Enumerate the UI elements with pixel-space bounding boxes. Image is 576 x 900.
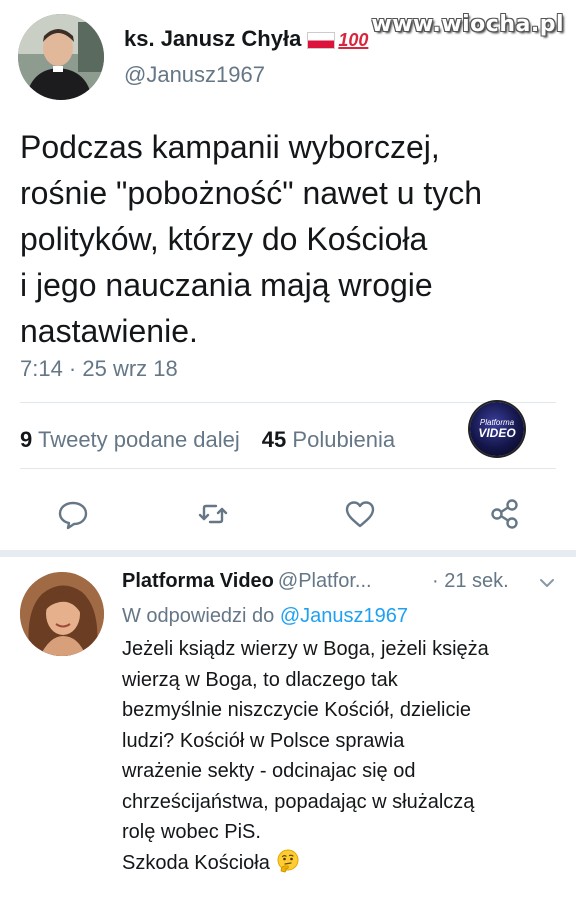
reply-text-line: ludzi? Kościół w Polsce sprawia <box>122 729 405 752</box>
reply-time[interactable]: · 21 sek. <box>432 570 509 593</box>
reply-text-line: rolę wobec PiS. <box>122 821 261 843</box>
reply-text-last-line: Szkoda Kościoła <box>122 848 562 879</box>
section-separator <box>0 550 576 557</box>
poland-flag-icon <box>307 31 336 49</box>
tweet-text-line: nastawienie. <box>20 313 198 349</box>
tweet-text-line: i jego nauczania mają wrogie <box>20 267 433 303</box>
reply-to-handle-link[interactable]: @Janusz1967 <box>280 605 408 627</box>
watermark: www.wiocha.pl <box>371 12 564 37</box>
tweet-text-line: polityków, którzy do Kościoła <box>20 221 428 257</box>
heart-icon <box>345 501 375 528</box>
thinking-face-icon <box>277 849 299 873</box>
reply-text-line: chrześcijaństwa, popadając w służalczą <box>122 790 475 813</box>
reply-to-line: W odpowiedzi do @Janusz1967 <box>122 605 408 628</box>
tweet-text-line: rośnie "pobożność" nawet u tych <box>20 175 483 211</box>
retweets-stat[interactable]: 9 Tweety podane dalej <box>20 427 240 452</box>
reply-text: Jeżeli ksiądz wierzy w Boga, jeżeli księ… <box>122 634 562 878</box>
reply-author-handle[interactable]: @Platfor... <box>278 570 372 592</box>
reply-text-line: Szkoda Kościoła <box>122 851 270 874</box>
hundred-points-icon: 100 <box>338 29 369 50</box>
author-avatar[interactable] <box>18 14 104 100</box>
logo-main-text: VIDEO <box>478 426 516 440</box>
retweets-label: Tweety podane dalej <box>37 427 240 452</box>
author-name-text: ks. Janusz Chyła <box>124 26 302 51</box>
tweet-text: Podczas kampanii wyborczej, rośnie "pobo… <box>20 124 560 354</box>
like-button[interactable] <box>343 497 377 531</box>
platforma-video-logo: Platforma VIDEO <box>470 402 524 456</box>
reply-text-line: bezmyślnie niszczycie Kościół, dzielicie <box>122 699 472 721</box>
reply-author-avatar[interactable] <box>20 572 104 656</box>
tweet-stats: 9 Tweety podane dalej 45 Polubienia <box>20 427 395 453</box>
twitter-screenshot: www.wiocha.pl ks. Janusz Chyła 100 @Janus… <box>0 0 576 900</box>
retweet-icon <box>198 504 228 524</box>
author-handle[interactable]: @Janusz1967 <box>124 62 265 88</box>
reply-text-line: Jeżeli ksiądz wierzy w Boga, jeżeli księ… <box>122 638 489 660</box>
chevron-down-icon[interactable] <box>538 574 556 592</box>
tweet-timestamp[interactable]: 7:14 · 25 wrz 18 <box>20 356 178 382</box>
tweet-text-line: Podczas kampanii wyborczej, <box>20 129 440 165</box>
reply-text-line: wierzą w Boga, to dlaczego tak <box>122 668 398 691</box>
divider <box>20 402 556 403</box>
reply-text-line: wrażenie sekty - odcinajac się od <box>122 760 416 782</box>
likes-stat[interactable]: 45 Polubienia <box>262 427 395 452</box>
reply-author-name[interactable]: Platforma Video <box>122 570 274 592</box>
reply-header: Platforma Video @Platfor... · 21 sek. <box>122 570 562 598</box>
likes-label: Polubienia <box>292 427 396 452</box>
retweet-button[interactable] <box>196 497 230 531</box>
likes-count: 45 <box>261 427 287 452</box>
author-name[interactable]: ks. Janusz Chyła 100 <box>124 26 368 52</box>
share-icon <box>491 499 518 529</box>
retweets-count: 9 <box>20 427 33 452</box>
share-button[interactable] <box>488 497 522 531</box>
reply-icon <box>58 501 88 530</box>
divider <box>20 468 556 469</box>
reply-button[interactable] <box>56 497 90 531</box>
reply-to-prefix: W odpowiedzi do <box>122 605 275 627</box>
